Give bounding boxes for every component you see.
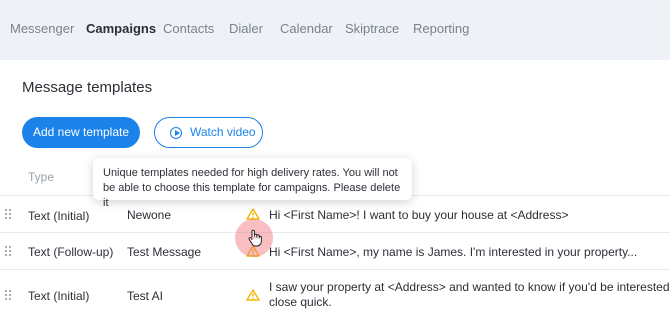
tab-contacts[interactable]: Contacts xyxy=(163,0,214,60)
drag-handle-icon[interactable] xyxy=(5,246,12,257)
warning-triangle-icon[interactable] xyxy=(246,289,260,301)
tab-campaigns[interactable]: Campaigns xyxy=(86,0,156,60)
row-message-line2: close quick. xyxy=(269,295,332,309)
row-type: Text (Initial) xyxy=(28,289,90,303)
row-name: Newone xyxy=(127,208,172,222)
tab-skiptrace[interactable]: Skiptrace xyxy=(345,0,399,60)
row-message: I saw your property at <Address> and wan… xyxy=(269,280,670,294)
play-circle-icon xyxy=(170,127,182,139)
column-header-type: Type xyxy=(28,170,55,184)
row-name: Test Message xyxy=(127,245,202,259)
hand-cursor-icon xyxy=(248,229,262,247)
page-title: Message templates xyxy=(22,79,153,96)
row-type: Text (Follow-up) xyxy=(28,245,114,259)
row-message: Hi <First Name>, my name is James. I'm i… xyxy=(269,245,638,259)
tab-calendar[interactable]: Calendar xyxy=(280,0,333,60)
watch-video-label: Watch video xyxy=(190,125,256,139)
watch-video-button[interactable]: Watch video xyxy=(154,117,263,148)
row-name: Test AI xyxy=(127,289,164,303)
add-new-template-button[interactable]: Add new template xyxy=(22,117,140,148)
top-navigation: Messenger Campaigns Contacts Dialer Cale… xyxy=(0,0,670,60)
table-row[interactable]: Text (Follow-up) Test Message Hi <First … xyxy=(0,232,670,269)
drag-handle-icon[interactable] xyxy=(5,290,12,301)
table-row[interactable]: Text (Initial) Newone Hi <First Name>! I… xyxy=(0,195,670,232)
row-type: Text (Initial) xyxy=(28,209,90,223)
table-row[interactable]: Text (Initial) Test AI I saw your proper… xyxy=(0,269,670,319)
tab-dialer[interactable]: Dialer xyxy=(229,0,263,60)
tab-reporting[interactable]: Reporting xyxy=(413,0,469,60)
tab-messenger[interactable]: Messenger xyxy=(10,0,74,60)
warning-tooltip: Unique templates needed for high deliver… xyxy=(93,158,412,209)
drag-handle-icon[interactable] xyxy=(5,209,12,220)
row-message: Hi <First Name>! I want to buy your hous… xyxy=(269,208,569,222)
